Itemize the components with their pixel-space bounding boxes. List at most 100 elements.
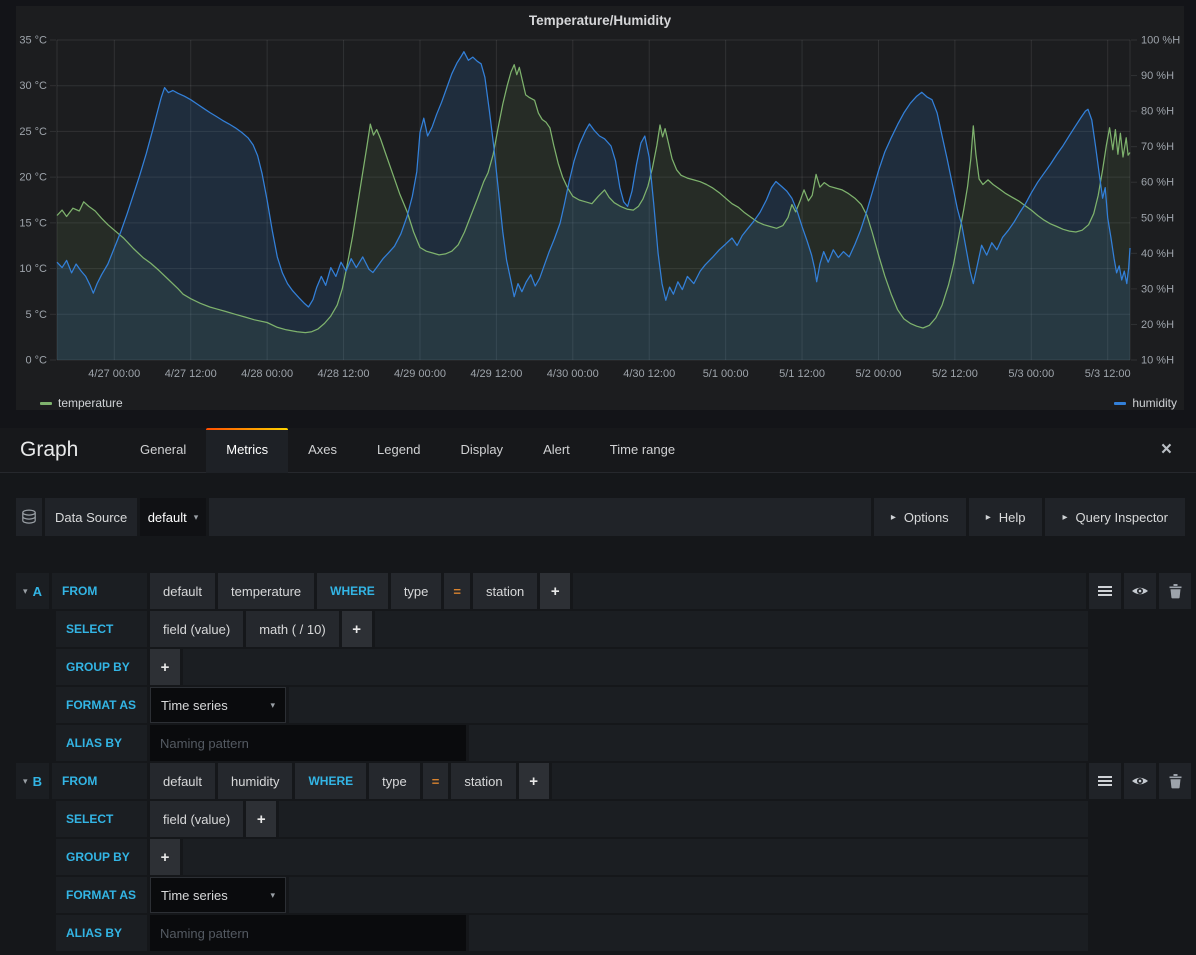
query-a-format-select[interactable]: Time series ▾ bbox=[150, 687, 286, 723]
tab-legend[interactable]: Legend bbox=[357, 428, 440, 472]
svg-text:4/30 12:00: 4/30 12:00 bbox=[623, 368, 675, 380]
svg-text:5/3 12:00: 5/3 12:00 bbox=[1085, 368, 1131, 380]
datasource-label: Data Source bbox=[45, 498, 137, 536]
eye-icon bbox=[1131, 774, 1149, 788]
query-a-alias-input[interactable] bbox=[150, 725, 466, 761]
caret-down-icon: ▾ bbox=[194, 512, 199, 523]
datasource-select[interactable]: default ▾ bbox=[140, 498, 206, 536]
tab-axes[interactable]: Axes bbox=[288, 428, 357, 472]
datasource-toolbar: Data Source default ▾ ▸ Options ▸ Help ▸… bbox=[16, 498, 1185, 536]
query-a-select-field-segment[interactable]: field (value) bbox=[150, 611, 243, 647]
query-b-add-groupby-button[interactable]: + bbox=[150, 839, 180, 875]
query-a-add-groupby-button[interactable]: + bbox=[150, 649, 180, 685]
tab-alert[interactable]: Alert bbox=[523, 428, 590, 472]
query-b-where-value-segment[interactable]: station bbox=[451, 763, 515, 799]
query-b-where-key-segment[interactable]: type bbox=[369, 763, 420, 799]
query-b-format-row: FORMAT AS Time series ▾ bbox=[16, 877, 1191, 913]
tab-time-range[interactable]: Time range bbox=[590, 428, 695, 472]
format-value: Time series bbox=[161, 698, 228, 713]
legend-item-humidity[interactable]: humidity bbox=[1114, 396, 1177, 410]
legend-label-humidity: humidity bbox=[1132, 396, 1177, 410]
tab-display[interactable]: Display bbox=[440, 428, 523, 472]
svg-text:50 %H: 50 %H bbox=[1141, 212, 1174, 224]
query-b-delete-button[interactable] bbox=[1159, 763, 1191, 799]
row-filler bbox=[552, 763, 1086, 799]
svg-text:5/1 00:00: 5/1 00:00 bbox=[703, 368, 749, 380]
menu-icon bbox=[1098, 584, 1112, 598]
query-inspector-button[interactable]: ▸ Query Inspector bbox=[1045, 498, 1185, 536]
query-a-select-row: SELECT field (value) math ( / 10) + bbox=[16, 611, 1191, 647]
row-indent bbox=[16, 611, 53, 647]
query-b-where-operator-segment[interactable]: = bbox=[423, 763, 449, 799]
format-value: Time series bbox=[161, 888, 228, 903]
svg-text:0 °C: 0 °C bbox=[25, 355, 47, 367]
time-series-chart[interactable]: 4/27 00:004/27 12:004/28 00:004/28 12:00… bbox=[16, 6, 1184, 410]
query-b-collapse-button[interactable]: ▾ B bbox=[16, 763, 49, 799]
where-label: WHERE bbox=[317, 573, 388, 609]
svg-text:15 °C: 15 °C bbox=[19, 217, 47, 229]
query-b-select-field-segment[interactable]: field (value) bbox=[150, 801, 243, 837]
query-b-add-select-button[interactable]: + bbox=[246, 801, 276, 837]
query-a-policy-segment[interactable]: default bbox=[150, 573, 215, 609]
query-a-where-value-segment[interactable]: station bbox=[473, 573, 537, 609]
query-b-add-where-button[interactable]: + bbox=[519, 763, 549, 799]
caret-down-icon: ▾ bbox=[270, 700, 275, 711]
alias-by-label: ALIAS BY bbox=[56, 725, 147, 761]
query-a-toggle-visibility-button[interactable] bbox=[1124, 573, 1156, 609]
query-a-add-where-button[interactable]: + bbox=[540, 573, 570, 609]
query-a-collapse-button[interactable]: ▾ A bbox=[16, 573, 49, 609]
query-b-format-select[interactable]: Time series ▾ bbox=[150, 877, 286, 913]
options-label: Options bbox=[904, 510, 949, 525]
tab-metrics[interactable]: Metrics bbox=[206, 428, 288, 473]
svg-text:35 °C: 35 °C bbox=[19, 35, 47, 47]
help-button[interactable]: ▸ Help bbox=[969, 498, 1043, 536]
caret-right-icon: ▸ bbox=[1062, 512, 1067, 523]
query-a-select-math-segment[interactable]: math ( / 10) bbox=[246, 611, 338, 647]
query-b-alias-input[interactable] bbox=[150, 915, 466, 951]
query-a-add-select-button[interactable]: + bbox=[342, 611, 372, 647]
row-indent bbox=[16, 649, 53, 685]
row-indent bbox=[16, 839, 53, 875]
from-label: FROM bbox=[52, 573, 147, 609]
format-as-label: FORMAT AS bbox=[56, 687, 147, 723]
plot-area[interactable]: 4/27 00:004/27 12:004/28 00:004/28 12:00… bbox=[16, 6, 1184, 415]
query-a-format-row: FORMAT AS Time series ▾ bbox=[16, 687, 1191, 723]
query-b-toggle-visibility-button[interactable] bbox=[1124, 763, 1156, 799]
row-filler bbox=[279, 801, 1088, 837]
row-indent bbox=[16, 877, 53, 913]
trash-icon bbox=[1169, 584, 1182, 599]
legend-item-temperature[interactable]: temperature bbox=[40, 396, 123, 410]
tab-general[interactable]: General bbox=[120, 428, 206, 472]
query-b-measurement-segment[interactable]: humidity bbox=[218, 763, 292, 799]
format-as-label: FORMAT AS bbox=[56, 877, 147, 913]
graph-panel: Temperature/Humidity 4/27 00:004/27 12:0… bbox=[16, 6, 1184, 410]
svg-text:4/28 12:00: 4/28 12:00 bbox=[318, 368, 370, 380]
svg-text:5/3 00:00: 5/3 00:00 bbox=[1008, 368, 1054, 380]
help-label: Help bbox=[999, 510, 1026, 525]
menu-icon bbox=[1098, 774, 1112, 788]
query-a-measurement-segment[interactable]: temperature bbox=[218, 573, 314, 609]
select-label: SELECT bbox=[56, 611, 147, 647]
toolbar-filler bbox=[209, 498, 871, 536]
options-button[interactable]: ▸ Options bbox=[874, 498, 966, 536]
svg-text:4/30 00:00: 4/30 00:00 bbox=[547, 368, 599, 380]
svg-text:5/2 12:00: 5/2 12:00 bbox=[932, 368, 978, 380]
humidity-series-swatch bbox=[1114, 402, 1126, 405]
query-a-menu-button[interactable] bbox=[1089, 573, 1121, 609]
svg-text:25 °C: 25 °C bbox=[19, 126, 47, 138]
query-a-where-operator-segment[interactable]: = bbox=[444, 573, 470, 609]
query-a-groupby-row: GROUP BY + bbox=[16, 649, 1191, 685]
query-b-menu-button[interactable] bbox=[1089, 763, 1121, 799]
query-a-alias-row: ALIAS BY bbox=[16, 725, 1191, 761]
query-a-delete-button[interactable] bbox=[1159, 573, 1191, 609]
svg-text:10 °C: 10 °C bbox=[19, 263, 47, 275]
row-filler bbox=[183, 839, 1088, 875]
svg-text:5 °C: 5 °C bbox=[25, 309, 47, 321]
query-a-where-key-segment[interactable]: type bbox=[391, 573, 442, 609]
svg-text:90 %H: 90 %H bbox=[1141, 70, 1174, 82]
row-filler bbox=[469, 915, 1088, 951]
datasource-icon-cell bbox=[16, 498, 42, 536]
eye-icon bbox=[1131, 584, 1149, 598]
close-icon[interactable]: × bbox=[1161, 428, 1172, 472]
query-b-policy-segment[interactable]: default bbox=[150, 763, 215, 799]
